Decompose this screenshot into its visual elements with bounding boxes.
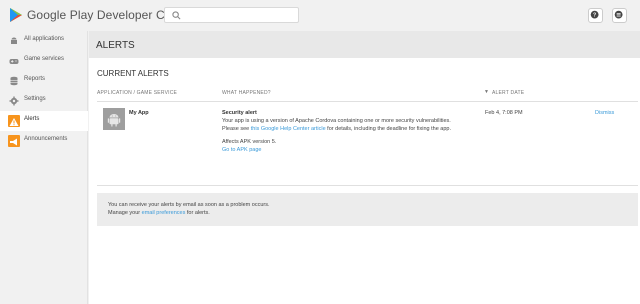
sidebar-item-label: All applications xyxy=(24,36,65,42)
apk-page-link[interactable]: Go to APK page xyxy=(222,147,261,153)
help-button[interactable]: ? xyxy=(588,8,603,23)
sort-down-icon[interactable]: ▼ xyxy=(484,89,489,95)
search-box[interactable] xyxy=(164,7,299,23)
database-icon xyxy=(10,76,18,86)
gamepad-icon xyxy=(9,59,19,64)
sidebar-item-reports[interactable]: Reports xyxy=(0,71,88,91)
app-icon xyxy=(103,108,125,130)
sidebar-item-label: Alerts xyxy=(24,116,40,122)
sidebar-item-label: Game services xyxy=(24,56,65,62)
sidebar: All applications Game services Reports S… xyxy=(0,31,88,304)
email-preferences-link[interactable]: email preferences xyxy=(142,210,186,216)
svg-text:?: ? xyxy=(593,12,596,18)
sidebar-item-announcements[interactable]: Announcements xyxy=(0,131,88,151)
column-header-date[interactable]: ALERT DATE xyxy=(492,90,524,96)
search-input[interactable] xyxy=(185,9,295,21)
warning-icon xyxy=(8,115,20,127)
info-suffix: for alerts. xyxy=(185,210,210,216)
section-title: CURRENT ALERTS xyxy=(97,69,169,78)
alert-details-prefix: Please see xyxy=(222,126,251,132)
google-play-logo-icon[interactable] xyxy=(10,8,22,22)
megaphone-icon xyxy=(8,135,20,147)
sidebar-item-alerts[interactable]: Alerts xyxy=(0,111,88,131)
page-title-bar: ALERTS xyxy=(89,31,640,58)
android-icon xyxy=(107,114,121,127)
info-prefix: Manage your xyxy=(108,210,142,216)
affected-apk-version: Affects APK version 5. xyxy=(222,139,277,145)
sidebar-item-label: Settings xyxy=(24,96,46,102)
email-info-box: You can receive your alerts by email as … xyxy=(97,193,638,226)
alert-details-suffix: for details, including the deadline for … xyxy=(325,126,452,132)
main-content: ALERTS CURRENT ALERTS APPLICATION / GAME… xyxy=(89,31,640,304)
help-icon: ? xyxy=(590,10,599,19)
gear-icon xyxy=(9,96,19,106)
alert-details: Please see this Google Help Center artic… xyxy=(222,126,451,132)
help-center-link[interactable]: this Google Help Center article xyxy=(251,126,326,132)
row-divider xyxy=(97,185,638,186)
alert-description: Your app is using a version of Apache Co… xyxy=(222,118,451,124)
dismiss-button[interactable]: Dismiss xyxy=(595,110,614,116)
android-icon xyxy=(11,37,17,44)
column-header-what: WHAT HAPPENED? xyxy=(222,90,271,96)
column-header-app: APPLICATION / GAME SERVICE xyxy=(97,90,178,96)
header-divider xyxy=(97,101,638,102)
alert-title: Security alert xyxy=(222,110,257,116)
app-name[interactable]: My App xyxy=(129,110,149,116)
page-title: ALERTS xyxy=(96,40,135,51)
account-icon xyxy=(614,10,623,19)
top-header: Google Play Developer Console ? xyxy=(0,0,640,31)
sidebar-item-game-services[interactable]: Game services xyxy=(0,51,88,71)
info-preferences-text: Manage your email preferences for alerts… xyxy=(108,210,210,216)
alert-date: Feb 4, 7:08 PM xyxy=(485,110,523,116)
info-text: You can receive your alerts by email as … xyxy=(108,202,270,208)
sidebar-item-label: Reports xyxy=(24,76,46,82)
search-icon xyxy=(172,11,181,20)
account-button[interactable] xyxy=(612,8,627,23)
sidebar-item-all-applications[interactable]: All applications xyxy=(0,31,88,51)
sidebar-item-settings[interactable]: Settings xyxy=(0,91,88,111)
sidebar-item-label: Announcements xyxy=(24,136,68,142)
